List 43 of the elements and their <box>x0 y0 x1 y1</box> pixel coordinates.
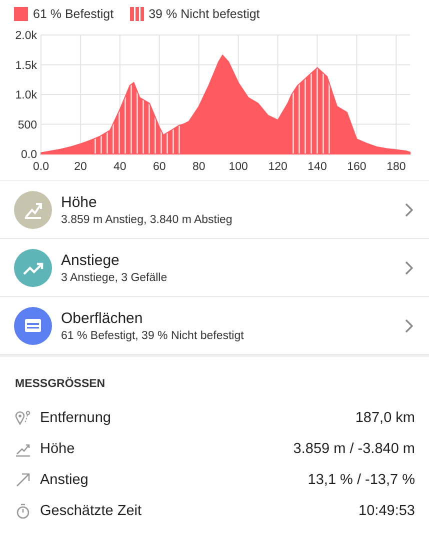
arrow-icon <box>15 472 31 488</box>
chevron-icon <box>405 260 413 274</box>
item-subtitle: 3 Anstiege, 3 Gefälle <box>61 272 168 284</box>
list-item[interactable]: Oberflächen 61 % Befestigt, 39 % Nicht befestigt <box>0 297 429 355</box>
legend-swatch <box>14 6 28 20</box>
item-title: Höhe <box>61 194 98 210</box>
x-tick-label: 140 <box>308 161 327 173</box>
chevron-icon <box>405 202 413 216</box>
x-tick-label: 120 <box>268 161 288 173</box>
metric-label: Höhe <box>40 440 76 456</box>
x-tick-label: 60 <box>153 161 166 173</box>
chevron-icon <box>405 318 413 332</box>
legend-label: 39 % Nicht befestigt <box>148 6 260 20</box>
section-heading: MESSGRÖSSEN <box>15 378 106 390</box>
x-tick-label: 40 <box>114 161 126 173</box>
x-tick-label: 0.0 <box>33 161 49 173</box>
item-subtitle: 61 % Befestigt, 39 % Nicht befestigt <box>61 330 245 342</box>
legend-label: 61 % Befestigt <box>33 6 114 20</box>
x-tick-label: 80 <box>192 161 206 173</box>
metric-label: Anstieg <box>40 472 90 488</box>
x-tick-label: 180 <box>386 161 406 173</box>
x-tick-label: 100 <box>228 161 248 173</box>
route-pin-icon <box>15 410 31 426</box>
metric-value: 13,1 % / -13,7 % <box>308 472 415 488</box>
metric-value: 187,0 km <box>355 410 415 426</box>
list-item[interactable]: Höhe 3.859 m Anstieg, 3.840 m Abstieg <box>0 181 429 239</box>
legend-swatch <box>130 6 144 20</box>
x-tick-label: 20 <box>74 161 87 173</box>
y-tick-label: 1.0k <box>15 90 37 102</box>
list-item[interactable]: Anstiege 3 Anstiege, 3 Gefälle <box>0 239 429 297</box>
stopwatch-icon <box>15 502 31 518</box>
metric-value: 3.859 m / -3.840 m <box>293 440 415 456</box>
item-title: Anstiege <box>61 252 120 268</box>
x-tick-label: 160 <box>347 161 366 173</box>
y-tick-label: 0.0 <box>21 149 37 161</box>
metric-label: Geschätzte Zeit <box>40 502 143 518</box>
metric-label: Entfernung <box>40 410 112 426</box>
item-title: Oberflächen <box>61 310 144 326</box>
y-tick-label: 1.5k <box>15 60 37 72</box>
item-subtitle: 3.859 m Anstieg, 3.840 m Abstieg <box>61 214 234 226</box>
y-tick-label: 2.0k <box>15 30 37 42</box>
y-tick-label: 500 <box>18 119 37 132</box>
metric-value: 10:49:53 <box>358 502 415 518</box>
